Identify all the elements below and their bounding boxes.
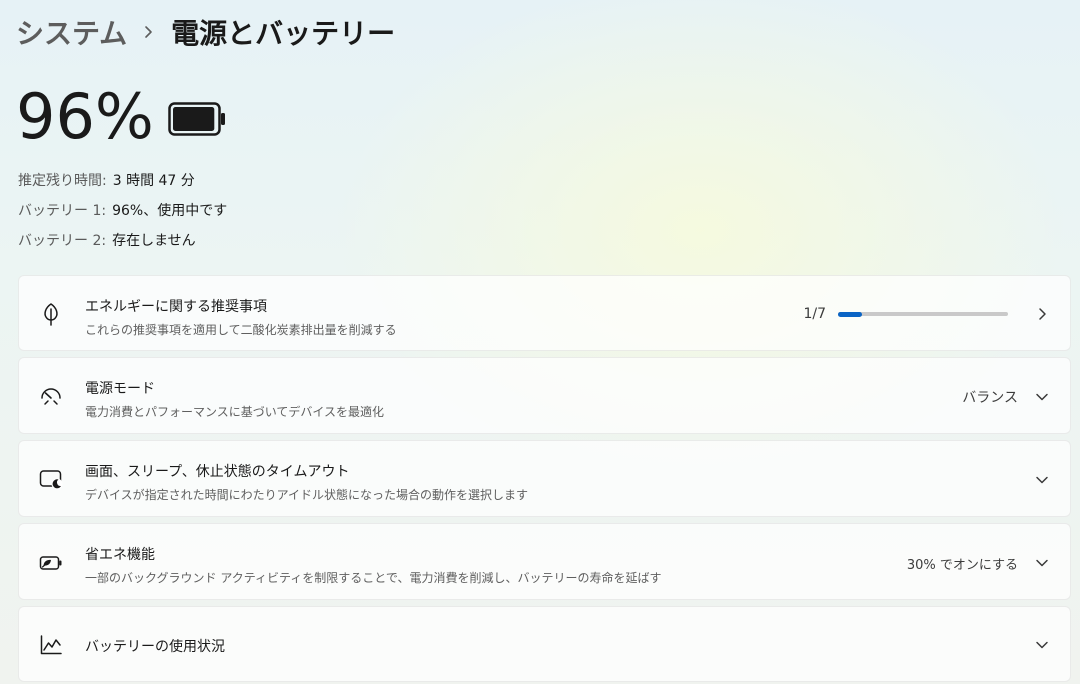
recommendations-progress-bar (838, 311, 1008, 317)
breadcrumb: システム 電源とバッテリー (16, 10, 395, 54)
battery2-label: バッテリー 2: (18, 233, 107, 249)
energy-saver-subtitle: 一部のバックグラウンド アクティビティを制限することで、電力消費を削減し、バッテ… (85, 571, 662, 585)
battery-saver-icon (39, 551, 63, 575)
estimated-time-label: 推定残り時間: (18, 173, 107, 189)
estimated-time-value: 3 時間 47 分 (112, 173, 195, 189)
chevron-down-icon[interactable] (1028, 549, 1056, 577)
battery-usage-title: バッテリーの使用状況 (85, 639, 225, 655)
battery2-row: バッテリー 2: 存在しません (18, 230, 196, 250)
energy-saver-threshold-dropdown[interactable]: 30% でオンにする (907, 554, 1018, 573)
battery-usage-card[interactable]: バッテリーの使用状況 (18, 606, 1071, 682)
speedometer-icon (39, 384, 63, 408)
chevron-down-icon[interactable] (1028, 631, 1056, 659)
battery-percentage: 96% (16, 80, 154, 153)
battery2-value: 存在しません (112, 233, 196, 249)
power-mode-card[interactable]: 電源モード 電力消費とパフォーマンスに基づいてデバイスを最適化 バランス (18, 357, 1071, 434)
battery1-label: バッテリー 1: (18, 203, 107, 219)
energy-saver-card[interactable]: 省エネ機能 一部のバックグラウンド アクティビティを制限することで、電力消費を削… (18, 523, 1071, 600)
screen-sleep-subtitle: デバイスが指定された時間にわたりアイドル状態になった場合の動作を選択します (85, 488, 529, 502)
estimated-time-row: 推定残り時間: 3 時間 47 分 (18, 170, 195, 190)
chevron-right-icon[interactable] (1028, 300, 1056, 328)
chevron-right-icon (127, 25, 171, 39)
page-title: 電源とバッテリー (171, 17, 396, 50)
battery1-row: バッテリー 1: 96%、使用中です (18, 200, 227, 220)
usage-chart-icon (39, 633, 63, 657)
recommendations-progress-text: 1/7 (803, 306, 826, 322)
battery1-value: 96%、使用中です (112, 203, 228, 219)
energy-saver-title: 省エネ機能 (85, 547, 155, 563)
chevron-down-icon[interactable] (1028, 466, 1056, 494)
energy-recommendations-subtitle: これらの推奨事項を適用して二酸化炭素排出量を削減する (85, 323, 397, 337)
power-mode-dropdown[interactable]: バランス (962, 387, 1018, 407)
screen-sleep-icon (39, 468, 63, 492)
energy-recommendations-title: エネルギーに関する推奨事項 (85, 299, 267, 315)
chevron-down-icon[interactable] (1028, 383, 1056, 411)
power-mode-subtitle: 電力消費とパフォーマンスに基づいてデバイスを最適化 (85, 405, 385, 419)
battery-full-icon (168, 102, 226, 140)
power-mode-title: 電源モード (85, 381, 155, 397)
screen-sleep-title: 画面、スリープ、休止状態のタイムアウト (85, 464, 350, 480)
breadcrumb-system[interactable]: システム (16, 12, 127, 52)
recommendations-progress-fill (838, 311, 863, 317)
leaf-icon (39, 302, 63, 326)
screen-sleep-card[interactable]: 画面、スリープ、休止状態のタイムアウト デバイスが指定された時間にわたりアイドル… (18, 440, 1071, 517)
energy-recommendations-card[interactable]: エネルギーに関する推奨事項 これらの推奨事項を適用して二酸化炭素排出量を削減する… (18, 275, 1071, 351)
